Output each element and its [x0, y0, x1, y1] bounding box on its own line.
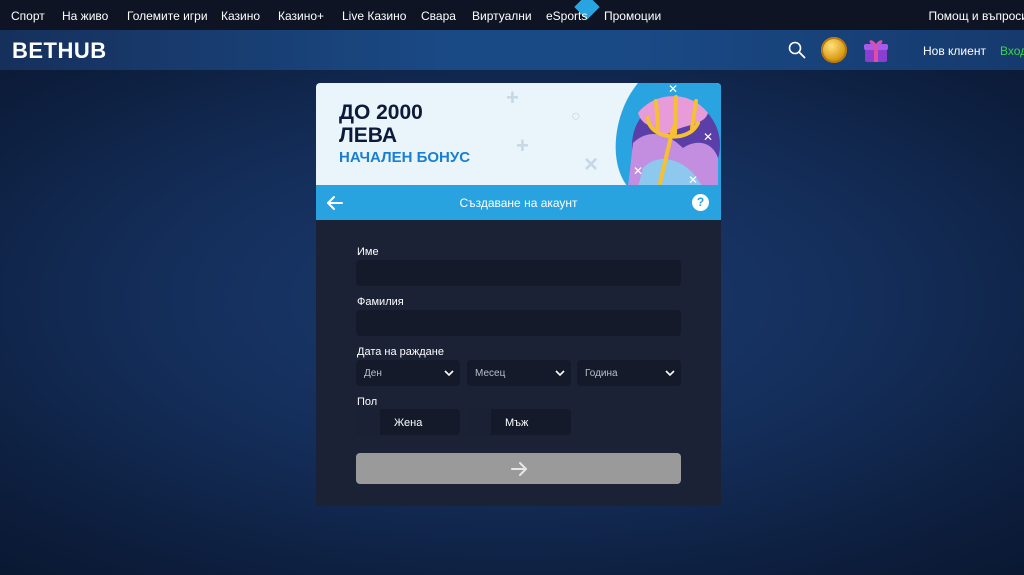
gift-icon[interactable]	[862, 36, 890, 64]
nav-svara[interactable]: Свара	[421, 9, 456, 23]
login-link[interactable]: Вход	[1000, 44, 1024, 58]
form-title: Създаване на акаунт	[459, 196, 578, 210]
nav-casino-plus[interactable]: Казино+	[278, 9, 324, 23]
nav-live[interactable]: На живо	[62, 9, 108, 23]
svg-text:✕: ✕	[703, 130, 713, 144]
banner-headline-1: ДО 2000	[339, 101, 423, 124]
register-link[interactable]: Нов клиент	[923, 44, 986, 58]
radio-box	[356, 409, 380, 435]
nav-help[interactable]: Помощ и въпроси	[929, 9, 1024, 23]
nav-live-casino[interactable]: Live Казино	[342, 9, 406, 23]
gender-female-label: Жена	[394, 417, 423, 429]
last-name-label: Фамилия	[357, 296, 404, 308]
arrow-right-icon	[511, 462, 527, 476]
banner-headline-2: ЛЕВА	[339, 124, 398, 147]
nav-sport[interactable]: Спорт	[11, 9, 45, 23]
nav-promotions[interactable]: Промоции	[604, 9, 661, 23]
first-name-label: Име	[357, 246, 379, 258]
bethub-logo[interactable]: BETHUB	[12, 38, 107, 64]
year-select-placeholder: Година	[585, 368, 618, 379]
trident-illustration: ✕ ✕ ✕ ✕	[615, 83, 721, 187]
day-select-placeholder: Ден	[364, 368, 382, 379]
year-select[interactable]: Година	[577, 360, 681, 386]
submit-button[interactable]	[356, 453, 681, 484]
deco-circle-icon: ○	[571, 108, 581, 125]
dob-label: Дата на раждане	[357, 346, 444, 358]
chevron-down-icon	[665, 370, 675, 377]
radio-box	[467, 409, 491, 435]
chevron-down-icon	[555, 370, 565, 377]
nav-casino[interactable]: Казино	[221, 9, 260, 23]
nav-virtual[interactable]: Виртуални	[472, 9, 532, 23]
deco-x-icon: ×	[584, 151, 599, 178]
month-select[interactable]: Месец	[467, 360, 571, 386]
first-name-field[interactable]	[356, 260, 681, 286]
deco-plus-icon: +	[516, 133, 529, 158]
gender-female-option[interactable]: Жена	[356, 409, 460, 435]
chevron-down-icon	[444, 370, 454, 377]
nav-big-games[interactable]: Големите игри	[127, 9, 208, 23]
gender-male-option[interactable]: Мъж	[467, 409, 571, 435]
day-select[interactable]: Ден	[356, 360, 460, 386]
promo-banner[interactable]: + + ○ × ДО 2000 ЛЕВА НАЧАЛЕН БОНУС ✕ ✕ ✕…	[316, 83, 721, 187]
deco-plus-icon: +	[506, 85, 519, 110]
top-navigation: Спорт На живо Големите игри Казино Казин…	[0, 0, 1024, 30]
site-header: BETHUB Нов клиент Вход	[0, 30, 1024, 70]
month-select-placeholder: Месец	[475, 368, 506, 379]
svg-text:✕: ✕	[633, 164, 643, 178]
search-icon[interactable]	[788, 41, 806, 59]
gender-male-label: Мъж	[505, 417, 529, 429]
gender-label: Пол	[357, 396, 378, 408]
last-name-field[interactable]	[356, 310, 681, 336]
nav-esports[interactable]: eSports	[546, 9, 587, 23]
coin-icon[interactable]	[821, 37, 847, 63]
banner-subtitle: НАЧАЛЕН БОНУС	[339, 149, 471, 166]
svg-text:✕: ✕	[668, 83, 678, 96]
question-icon[interactable]: ?	[692, 194, 709, 211]
form-header: Създаване на акаунт ?	[316, 185, 721, 220]
